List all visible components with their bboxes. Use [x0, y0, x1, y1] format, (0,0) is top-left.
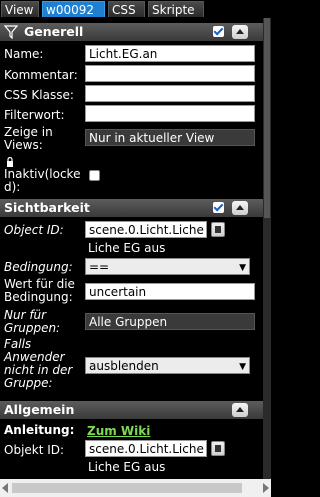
tab-css[interactable]: CSS [108, 1, 145, 17]
object-id-label: Object ID: [4, 223, 64, 237]
collapse-general-button[interactable] [232, 25, 248, 39]
condition-select[interactable]: == ▼ [85, 258, 250, 275]
collapse-visibility-button[interactable] [232, 201, 248, 215]
tab-bar: View w00092 CSS Skripte [0, 0, 271, 18]
filter-icon[interactable] [4, 25, 18, 39]
fallback-select[interactable]: ausblenden ▼ [85, 357, 250, 374]
tab-scripts[interactable]: Skripte [148, 1, 204, 17]
condition-value-input[interactable]: uncertain [85, 283, 255, 300]
filter-label: Filterwort: [4, 108, 65, 122]
name-label: Name: [4, 47, 44, 61]
common-select-object-button[interactable] [211, 441, 225, 456]
condition-label: Bedingung: [4, 260, 73, 274]
section-visibility-title: Sichtbarkeit [4, 200, 90, 215]
scroll-right-icon[interactable] [263, 483, 269, 493]
tab-widget[interactable]: w00092 [42, 1, 105, 17]
object-id-input[interactable]: scene.0.Licht.Liche [85, 221, 207, 238]
filter-input[interactable] [85, 105, 255, 122]
section-general-checkbox[interactable] [213, 26, 224, 37]
section-visibility-checkbox[interactable] [213, 202, 224, 213]
vertical-scroll-thumb[interactable] [264, 18, 270, 218]
chevron-down-icon: ▼ [239, 362, 246, 372]
scroll-left-icon[interactable] [2, 483, 8, 493]
section-common-title: Allgemein [4, 402, 75, 417]
wiki-link[interactable]: Zum Wiki [87, 424, 150, 438]
common-object-id-input[interactable]: scene.0.Licht.Liche [85, 440, 207, 457]
comment-label: Kommentar: [4, 68, 78, 82]
fallback-label: Falls Anwender nicht in der Gruppe: [4, 337, 73, 390]
collapse-common-button[interactable] [232, 403, 248, 417]
css-class-input[interactable] [85, 85, 255, 102]
comment-input[interactable] [85, 65, 255, 82]
views-label: Zeige in Views: [4, 125, 53, 152]
tab-view[interactable]: View [1, 1, 39, 17]
name-input[interactable]: Licht.EG.an [85, 45, 255, 62]
condition-value-label: Wert für die Bedingung: [4, 277, 75, 304]
object-id-description: Liche EG aus [88, 241, 166, 255]
inactive-checkbox[interactable] [89, 170, 100, 181]
views-select[interactable]: Nur in aktueller View [85, 129, 255, 146]
chevron-down-icon: ▼ [239, 263, 246, 273]
common-object-id-label: Objekt ID: [4, 443, 65, 457]
lock-icon [7, 157, 13, 167]
groups-label: Nur für Gruppen: [4, 308, 61, 335]
select-object-button[interactable] [211, 222, 225, 237]
horizontal-scroll-thumb[interactable] [12, 483, 242, 493]
vertical-scrollbar[interactable] [263, 18, 271, 479]
manual-label: Anleitung: [4, 423, 75, 437]
css-class-label: CSS Klasse: [4, 88, 74, 102]
horizontal-scrollbar[interactable] [0, 479, 271, 497]
section-general-title: Generell [24, 24, 84, 39]
groups-select[interactable]: Alle Gruppen [85, 313, 255, 330]
inactive-label: Inaktiv(locke d): [4, 167, 81, 194]
common-object-id-description: Liche EG aus [88, 460, 166, 474]
section-common-header[interactable]: Allgemein [0, 401, 263, 419]
section-visibility-header[interactable]: Sichtbarkeit [0, 199, 263, 217]
section-general-header[interactable]: Generell [0, 23, 263, 41]
